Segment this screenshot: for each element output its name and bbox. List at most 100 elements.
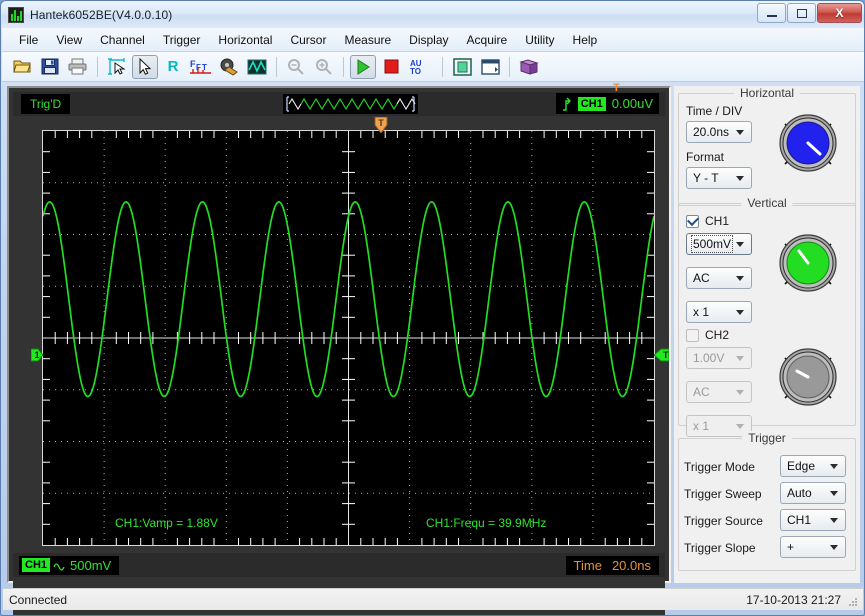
chevron-down-icon	[736, 242, 744, 247]
menu-item-acquire[interactable]: Acquire	[458, 30, 517, 50]
ch2-volts-div-value: 1.00V	[693, 351, 725, 365]
ch1-settings-readout[interactable]: CH1 500mV	[19, 555, 120, 575]
vertical-group-title: Vertical	[741, 196, 793, 210]
menu-item-help[interactable]: Help	[564, 30, 607, 50]
fft-button[interactable]: F F T	[188, 55, 214, 79]
graticule-area: T 1 T CH1:Vamp = 1.88V CH1:Frequ = 39.9M…	[13, 116, 669, 615]
ch1-checkbox[interactable]	[686, 214, 699, 228]
help-book-icon	[519, 58, 539, 75]
toolbar: R F F T	[2, 52, 864, 82]
auto-button[interactable]: AU TO	[406, 55, 436, 79]
minimize-icon	[766, 15, 777, 17]
trigger-position-marker[interactable]: T	[374, 117, 388, 133]
ch2-checkbox[interactable]	[686, 328, 699, 342]
chevron-down-icon	[830, 518, 838, 523]
vertical-group: Vertical CH1 500mV AC x 1 CH2 1.00V AC x…	[678, 196, 856, 437]
reference-button[interactable]: R	[160, 55, 186, 79]
chevron-down-icon	[736, 276, 744, 281]
trigger-mode-label: Trigger Mode	[684, 460, 755, 474]
ch1-enable-row[interactable]: CH1	[686, 214, 729, 228]
trigger-channel-badge: CH1	[577, 96, 606, 111]
application-window: Hantek6052BE(V4.0.0.10) X File View Chan…	[0, 0, 865, 616]
toolbar-separator	[276, 56, 277, 77]
menu-item-measure[interactable]: Measure	[335, 30, 400, 50]
zoom-out-button[interactable]	[283, 55, 309, 79]
ch1-volts-div-select[interactable]: 500mV	[686, 233, 752, 255]
waveform-icon	[247, 59, 267, 74]
chevron-down-icon	[830, 491, 838, 496]
horizontal-position-knob[interactable]	[773, 108, 843, 178]
measurement-vamp: CH1:Vamp = 1.88V	[115, 516, 218, 530]
ch2-volts-div-select[interactable]: 1.00V	[686, 347, 752, 369]
waveform-button[interactable]	[244, 55, 270, 79]
open-button[interactable]	[9, 55, 35, 79]
window-button[interactable]	[477, 55, 503, 79]
ch2-coupling-select[interactable]: AC	[686, 381, 752, 403]
select-pointer-icon	[139, 57, 152, 75]
trigger-mode-select[interactable]: Edge	[780, 455, 846, 477]
svg-text:TO: TO	[410, 67, 421, 76]
graticule[interactable]: T 1 T CH1:Vamp = 1.88V CH1:Frequ = 39.9M…	[31, 117, 669, 546]
help-book-button[interactable]	[516, 55, 542, 79]
toolbar-separator	[442, 56, 443, 77]
window-icon	[480, 58, 500, 75]
menu-item-trigger[interactable]: Trigger	[154, 30, 210, 50]
print-button[interactable]	[65, 55, 91, 79]
toolbar-separator	[509, 56, 510, 77]
fft-icon: F F T	[190, 59, 211, 74]
svg-text:1: 1	[35, 350, 40, 360]
stop-icon	[384, 59, 398, 74]
time-readout[interactable]: Time 20.0ns	[565, 555, 659, 575]
zoom-in-button[interactable]	[311, 55, 337, 79]
menu-item-utility[interactable]: Utility	[516, 30, 563, 50]
ch1-coupling-value: AC	[693, 271, 710, 285]
ch1-probe-select[interactable]: x 1	[686, 301, 752, 323]
menu-item-display[interactable]: Display	[400, 30, 457, 50]
measurement-frequency: CH1:Frequ = 39.9MHz	[426, 516, 547, 530]
ch2-enable-row[interactable]: CH2	[686, 328, 729, 342]
waveform-preview[interactable]: T	[283, 83, 620, 114]
toolbar-separator	[97, 56, 98, 77]
ch1-probe-value: x 1	[693, 305, 710, 319]
run-button[interactable]	[350, 54, 376, 79]
fit-screen-icon	[452, 57, 472, 76]
cursor-measure-button[interactable]	[104, 55, 130, 79]
datetime-display: 17-10-2013 21:27	[746, 592, 841, 607]
trigger-level-marker[interactable]: T	[654, 348, 669, 362]
chevron-down-icon	[736, 356, 744, 361]
menu-item-view[interactable]: View	[47, 30, 91, 50]
ch1-position-knob[interactable]	[773, 228, 843, 298]
ch2-position-knob[interactable]	[773, 342, 843, 412]
fit-screen-button[interactable]	[449, 55, 475, 79]
record-button[interactable]	[216, 55, 242, 79]
save-button[interactable]	[37, 55, 63, 79]
ch1-coupling-select[interactable]: AC	[686, 267, 752, 289]
ch1-ground-marker[interactable]: 1	[31, 348, 44, 362]
status-bar: Connected 17-10-2013 21:27	[3, 588, 863, 610]
trigger-slope-select[interactable]: +	[780, 536, 846, 558]
minimize-button[interactable]	[757, 3, 786, 23]
stop-button[interactable]	[378, 55, 404, 79]
ch2-coupling-value: AC	[693, 385, 710, 399]
trigger-source-select[interactable]: CH1	[780, 509, 846, 531]
open-icon	[12, 60, 31, 73]
close-button[interactable]: X	[817, 3, 862, 23]
chevron-down-icon	[736, 424, 744, 429]
menu-item-cursor[interactable]: Cursor	[281, 30, 335, 50]
format-value: Y - T	[693, 171, 719, 185]
trigger-sweep-select[interactable]: Auto	[780, 482, 846, 504]
ch1-label: CH1	[705, 214, 730, 228]
trigger-level-value: 0.00uV	[611, 96, 653, 111]
restore-icon	[796, 8, 807, 18]
scope-bottom-strip: CH1 500mV Time 20.0ns	[13, 553, 665, 577]
restore-button[interactable]	[787, 3, 816, 23]
toolbar-separator	[343, 56, 344, 77]
resize-grip-icon[interactable]	[846, 595, 859, 608]
format-select[interactable]: Y - T	[686, 167, 752, 189]
select-pointer-button[interactable]	[132, 54, 158, 79]
menu-item-horizontal[interactable]: Horizontal	[209, 30, 281, 50]
graticule-grid	[43, 131, 654, 545]
time-div-select[interactable]: 20.0ns	[686, 121, 752, 143]
menu-item-channel[interactable]: Channel	[91, 30, 154, 50]
menu-item-file[interactable]: File	[10, 30, 47, 50]
